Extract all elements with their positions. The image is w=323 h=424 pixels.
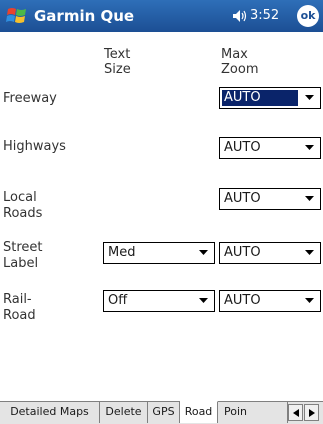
street-label-max-zoom-select[interactable]: AUTO <box>219 242 321 264</box>
title-bar: Garmin Que 3:52 ok <box>0 0 323 32</box>
freeway-max-zoom-select[interactable]: AUTO <box>219 87 321 109</box>
highways-label: Highways <box>3 139 66 154</box>
chevron-down-icon[interactable] <box>300 138 320 158</box>
tab-scroll-right-button[interactable] <box>304 404 319 421</box>
rail-road-max-zoom-select[interactable]: AUTO <box>219 290 321 312</box>
chevron-down-icon[interactable] <box>300 88 320 108</box>
tab-road[interactable]: Road <box>180 401 218 423</box>
app-title: Garmin Que <box>34 7 135 25</box>
tab-scroll-left-button[interactable] <box>288 404 303 421</box>
freeway-label: Freeway <box>3 91 57 106</box>
street-label-label: Street Label <box>3 240 43 271</box>
text-size-column-header: Text Size <box>104 47 131 77</box>
tab-detailed-maps[interactable]: Detailed Maps <box>0 402 100 423</box>
tab-delete[interactable]: Delete <box>100 402 148 423</box>
ok-button[interactable]: ok <box>297 5 319 27</box>
tab-bar: Detailed Maps Delete GPS Road Poin <box>0 401 323 424</box>
chevron-down-icon[interactable] <box>300 291 320 311</box>
chevron-down-icon[interactable] <box>194 243 214 263</box>
rail-road-label: Rail- Road <box>3 292 36 323</box>
chevron-down-icon[interactable] <box>300 189 320 209</box>
max-zoom-column-header: Max Zoom <box>221 47 259 77</box>
chevron-down-icon[interactable] <box>194 291 214 311</box>
local-roads-label: Local Roads <box>3 190 43 221</box>
chevron-down-icon[interactable] <box>300 243 320 263</box>
speaker-icon[interactable] <box>232 9 248 23</box>
chevron-left-icon <box>293 409 299 417</box>
street-label-text-size-select[interactable]: Med <box>103 242 215 264</box>
local-roads-max-zoom-select[interactable]: AUTO <box>219 188 321 210</box>
rail-road-text-size-select[interactable]: Off <box>103 290 215 312</box>
tab-poin[interactable]: Poin <box>218 402 288 423</box>
highways-max-zoom-select[interactable]: AUTO <box>219 137 321 159</box>
clock[interactable]: 3:52 <box>250 8 279 23</box>
chevron-right-icon <box>309 409 315 417</box>
tab-gps[interactable]: GPS <box>148 402 180 423</box>
windows-start-icon[interactable] <box>6 5 28 27</box>
